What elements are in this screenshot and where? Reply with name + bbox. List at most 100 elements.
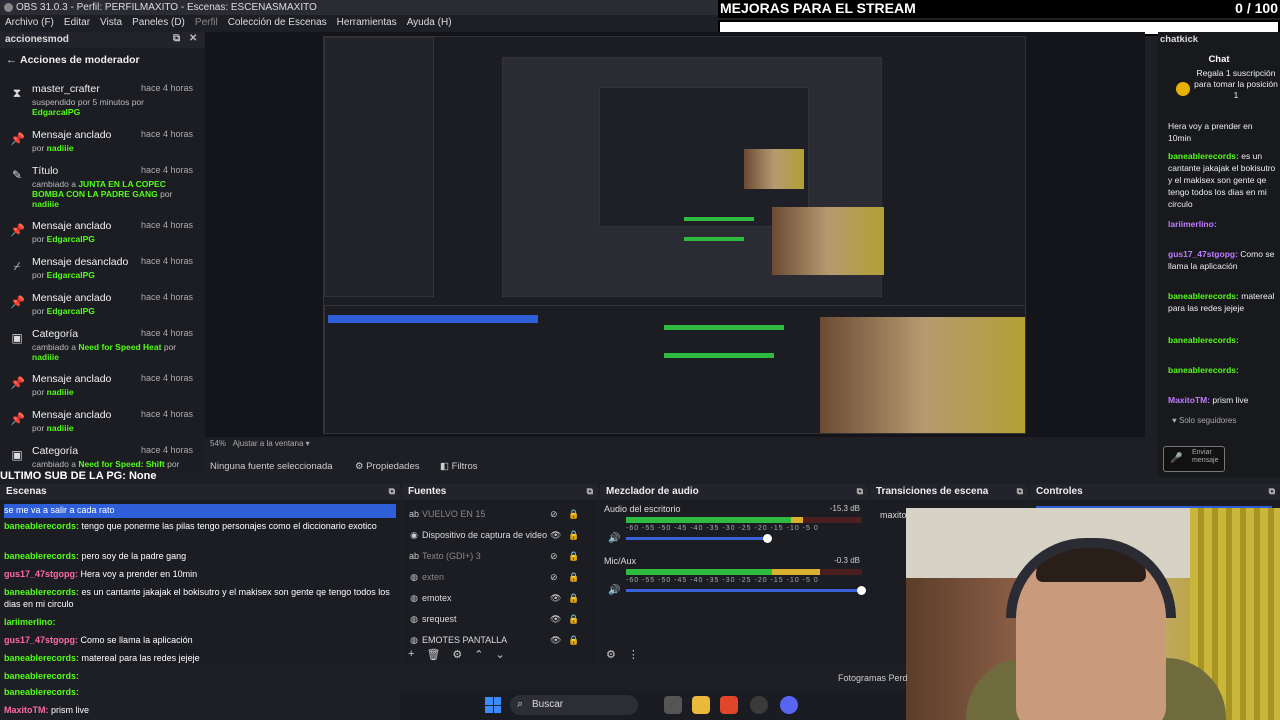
float-dock-icon[interactable]: ⧉ — [1269, 486, 1275, 497]
lock-icon[interactable]: 🔒 — [568, 593, 579, 604]
chat-username: baneablerecords: — [4, 521, 80, 531]
eye-icon[interactable]: 👁 — [550, 593, 561, 604]
eye-icon[interactable]: 👁 — [550, 530, 561, 541]
detail-user: nadiiie — [46, 387, 74, 397]
add-source-icon[interactable]: + — [408, 648, 414, 661]
source-item[interactable]: ab Texto (GDI+) 3 ⊘ 🔒 — [408, 548, 594, 568]
mic-icon[interactable]: 🎤 — [1170, 453, 1182, 464]
lock-icon[interactable]: 🔒 — [568, 530, 579, 541]
float-dock-icon[interactable]: ⧉ — [1017, 486, 1023, 497]
gear-icon[interactable]: ⚙ — [452, 648, 462, 661]
float-dock-icon[interactable]: ⧉ — [857, 486, 863, 497]
dock-header: Escenas ⧉ — [0, 484, 400, 500]
gear-icon[interactable]: ⚙ — [606, 648, 616, 661]
move-down-icon[interactable]: ⌄ — [496, 648, 505, 661]
mixer-toolbar: ⚙ ⋮ — [606, 648, 639, 661]
chat-username[interactable]: baneablerecords: — [1168, 365, 1239, 375]
fit-dropdown[interactable]: Ajustar a la ventana — [233, 439, 304, 448]
source-item[interactable]: ab VUELVO EN 15 ⊘ 🔒 — [408, 506, 594, 526]
brave-browser-icon[interactable] — [720, 696, 738, 714]
eye-off-icon[interactable]: ⊘ — [550, 509, 558, 520]
volume-knob[interactable] — [762, 534, 772, 543]
browser-icon: ◍ — [410, 614, 418, 624]
source-name: VUELVO EN 15 — [422, 509, 486, 519]
dock-header: Fuentes ⧉ — [402, 484, 598, 500]
move-up-icon[interactable]: ⌃ — [474, 648, 483, 661]
chat-message: Hera voy a prender en 10min — [1168, 120, 1276, 144]
stream-goal-banner: MEJORAS PARA EL STREAM 0 / 100 — [718, 0, 1280, 18]
filters-button[interactable]: ◧ Filtros — [440, 461, 478, 472]
chat-username: gus17_47stgopg: — [4, 569, 79, 579]
action-time: hace 4 horas — [141, 328, 194, 338]
more-icon[interactable]: ⋮ — [628, 648, 639, 661]
detail-text: por — [160, 189, 173, 199]
overlay-chat-message: gus17_47stgopg: Hera voy a prender en 10… — [4, 568, 404, 580]
close-icon[interactable]: ✕ — [189, 34, 199, 44]
chat-username[interactable]: baneablerecords: — [1168, 151, 1239, 161]
speaker-icon[interactable]: 🔊 — [608, 533, 620, 544]
lock-icon[interactable]: 🔒 — [568, 572, 579, 583]
source-item[interactable]: ◉ Dispositivo de captura de video 👁 🔒 — [408, 527, 594, 547]
source-list-toolbar: + 🗑 ⚙ ⌃ ⌄ — [408, 648, 505, 661]
meter-level — [626, 517, 792, 523]
back-arrow-icon[interactable]: ← — [6, 54, 17, 66]
source-item[interactable]: ◍ srequest 👁 🔒 — [408, 611, 594, 631]
menu-file[interactable]: Archivo (F) — [5, 17, 54, 32]
chat-username[interactable]: baneablerecords: — [1168, 335, 1239, 345]
taskbar-search[interactable]: ⌕ Buscar — [510, 695, 638, 715]
lock-icon[interactable]: 🔒 — [568, 635, 579, 646]
volume-slider[interactable] — [626, 537, 768, 540]
lock-icon[interactable]: 🔒 — [568, 509, 579, 520]
send-message-button[interactable]: Enviar mensaje — [1192, 449, 1222, 465]
goal-title: MEJORAS PARA EL STREAM — [720, 0, 916, 16]
transition-select[interactable]: maxito — [880, 510, 907, 520]
chevron-down-icon[interactable]: ▾ — [306, 439, 310, 448]
delete-source-icon[interactable]: 🗑 — [426, 648, 440, 661]
overlay-chat-message: baneablerecords: — [4, 670, 404, 682]
eye-off-icon[interactable]: ⊘ — [550, 572, 558, 583]
menu-docks[interactable]: Paneles (D) — [132, 17, 185, 32]
browser-icon: ◍ — [410, 572, 418, 582]
float-dock-icon[interactable]: ⧉ — [587, 486, 593, 497]
eye-off-icon[interactable]: ⊘ — [550, 551, 558, 562]
menu-profile[interactable]: Perfil — [195, 17, 218, 32]
menu-help[interactable]: Ayuda (H) — [407, 17, 452, 32]
chat-username[interactable]: baneablerecords: — [1168, 291, 1239, 301]
menu-tools[interactable]: Herramientas — [337, 17, 397, 32]
menu-view[interactable]: Vista — [100, 17, 122, 32]
channel-db: -0.3 dB — [834, 556, 860, 565]
chat-text: prism live — [1212, 395, 1249, 405]
source-item[interactable]: ◍ exten ⊘ 🔒 — [408, 569, 594, 589]
file-explorer-icon[interactable] — [692, 696, 710, 714]
float-dock-icon[interactable]: ⧉ — [173, 34, 183, 44]
chat-username[interactable]: MaxitoTM: — [1168, 395, 1210, 405]
task-view-icon[interactable] — [664, 696, 682, 714]
speaker-icon[interactable]: 🔊 — [608, 585, 620, 596]
meter-peak — [772, 569, 820, 575]
volume-slider[interactable] — [626, 589, 862, 592]
windows-start-icon[interactable] — [485, 697, 501, 713]
menu-edit[interactable]: Editar — [64, 17, 90, 32]
lock-icon[interactable]: 🔒 — [568, 551, 579, 562]
obs-taskbar-icon[interactable] — [750, 696, 768, 714]
discord-icon[interactable] — [780, 696, 798, 714]
lock-icon[interactable]: 🔒 — [568, 614, 579, 625]
volume-knob[interactable] — [857, 586, 866, 595]
properties-button[interactable]: ⚙ Propiedades — [355, 461, 420, 472]
chat-text: Como se llama la aplicación — [80, 635, 193, 645]
source-item[interactable]: ◍ emotex 👁 🔒 — [408, 590, 594, 610]
eye-icon[interactable]: 👁 — [550, 635, 561, 646]
dock-title: accionesmod — [5, 34, 69, 45]
chat-message: lariimerlino: — [1168, 218, 1276, 230]
menu-scene-collection[interactable]: Colección de Escenas — [228, 17, 327, 32]
chat-username[interactable]: gus17_47stgopg: — [1168, 249, 1238, 259]
float-dock-icon[interactable]: ⧉ — [389, 486, 395, 497]
moderator-action-item: ✎ Título hace 4 horas cambiado a JUNTA EN L… — [0, 165, 205, 209]
window-title: OBS 31.0.3 - Perfil: PERFILMAXITO - Esce… — [16, 2, 317, 13]
pin-icon: 📌 — [10, 223, 25, 237]
detail-user: EdgarcalPG — [46, 270, 95, 280]
chat-text: Hera voy a prender en 10min — [80, 569, 198, 579]
chat-username[interactable]: lariimerlino: — [1168, 219, 1217, 229]
chat-input[interactable]: 🎤 Enviar mensaje — [1163, 446, 1225, 472]
eye-icon[interactable]: 👁 — [550, 614, 561, 625]
